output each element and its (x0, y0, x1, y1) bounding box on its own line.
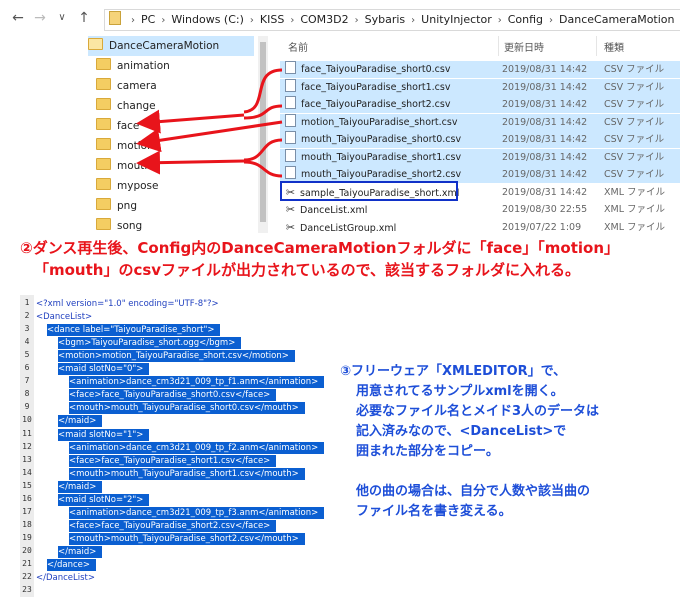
arrow-mouth (136, 138, 283, 178)
instruction-step-3-line: 必要なファイル名とメイド3人のデータは (356, 404, 600, 419)
code-line[interactable]: <bgm>TaiyouParadise_short.ogg</bgm> (58, 337, 242, 350)
line-number: 15 (22, 480, 32, 490)
instruction-step-2-line2: 「mouth」のcsvファイルが出力されているので、該当するフォルダに入れる。 (34, 261, 581, 279)
instruction-step-3: ③フリーウェア「XMLEDITOR」で、用意されてるサンプルxmlを開く。必要な… (336, 362, 680, 542)
instruction-step-3-line: 他の曲の場合は、自分で人数や該当曲の (356, 484, 591, 499)
instruction-step-3-line: ファイル名を書き変える。 (356, 504, 512, 519)
instruction-step-3-line: 用意されてるサンプルxmlを開く。 (356, 384, 564, 399)
line-number: 8 (24, 389, 30, 399)
code-line[interactable]: </maid> (58, 545, 103, 558)
code-line[interactable]: <mouth>mouth_TaiyouParadise_short2.csv</… (69, 532, 305, 545)
code-line[interactable]: <DanceList> (36, 311, 92, 323)
line-number: 17 (22, 506, 32, 516)
code-line[interactable]: <maid slotNo="0"> (58, 363, 150, 376)
line-number: 14 (22, 467, 32, 477)
xml-editor[interactable]: 1 2 3 4 5 6 7 8 9 10 11 12 13 14 15 16 17 18 19 20 21 22 23 <?… (20, 295, 336, 597)
code-line[interactable]: <animation>dance_cm3d21_009_tp_f1.anm</a… (69, 376, 325, 389)
code-line[interactable]: <animation>dance_cm3d21_009_tp_f3.anm</a… (69, 506, 325, 519)
line-number: 23 (22, 585, 32, 595)
line-number: 7 (24, 376, 30, 386)
line-number: 4 (24, 337, 30, 347)
arrow-face (136, 68, 283, 134)
line-number: 1 (24, 298, 30, 307)
code-line[interactable]: <face>face_TaiyouParadise_short0.csv</fa… (69, 389, 277, 402)
line-number: 13 (22, 454, 32, 464)
code-line[interactable]: <mouth>mouth_TaiyouParadise_short1.csv</… (69, 467, 305, 480)
line-number: 21 (22, 559, 32, 568)
code-line[interactable]: <mouth>mouth_TaiyouParadise_short0.csv</… (69, 402, 305, 415)
instruction-step-3-line: 囲まれた部分をコピー。 (356, 444, 499, 459)
code-line[interactable]: <?xml version="1.0" encoding="UTF-8"?> (36, 298, 219, 310)
code-line[interactable]: </maid> (58, 480, 103, 493)
line-number: 5 (24, 350, 30, 360)
instruction-step-3-line: ③フリーウェア「XMLEDITOR」で、 (340, 364, 567, 379)
line-number: 16 (22, 493, 32, 503)
line-number: 10 (22, 415, 32, 425)
arrow-motion (136, 120, 283, 153)
code-line[interactable]: <motion>motion_TaiyouParadise_short.csv<… (58, 350, 295, 363)
line-number: 20 (22, 545, 32, 555)
line-number: 3 (24, 324, 30, 334)
line-number: 19 (22, 532, 32, 542)
instruction-step-2-line1: ②ダンス再生後、Config内のDanceCameraMotionフォルダに「f… (20, 239, 619, 257)
code-line[interactable]: <animation>dance_cm3d21_009_tp_f2.anm</a… (69, 441, 325, 454)
code-line[interactable]: </dance> (47, 559, 97, 571)
code-line[interactable]: </DanceList> (36, 572, 95, 584)
line-number: 22 (22, 572, 32, 582)
line-number: 11 (22, 428, 32, 438)
instruction-step-3-line: 記入済みなので、<DanceList>で (356, 424, 567, 439)
line-number: 12 (22, 441, 32, 451)
code-line[interactable]: </maid> (58, 415, 103, 428)
line-number: 6 (24, 363, 30, 373)
code-line[interactable]: <dance label="TaiyouParadise_short"> (47, 324, 221, 337)
line-number: 2 (24, 311, 30, 321)
code-line[interactable]: <face>face_TaiyouParadise_short1.csv</fa… (69, 454, 277, 467)
line-number: 18 (22, 519, 32, 529)
code-line[interactable]: <face>face_TaiyouParadise_short2.csv</fa… (69, 519, 277, 532)
instruction-step-2: ②ダンス再生後、Config内のDanceCameraMotionフォルダに「f… (0, 233, 680, 285)
line-number-gutter: 1 2 3 4 5 6 7 8 9 10 11 12 13 14 15 16 17 18 19 20 21 22 23 (20, 295, 34, 597)
code-line[interactable]: <maid slotNo="1"> (58, 428, 150, 441)
line-number: 9 (24, 402, 30, 412)
code-line[interactable]: <maid slotNo="2"> (58, 493, 150, 506)
